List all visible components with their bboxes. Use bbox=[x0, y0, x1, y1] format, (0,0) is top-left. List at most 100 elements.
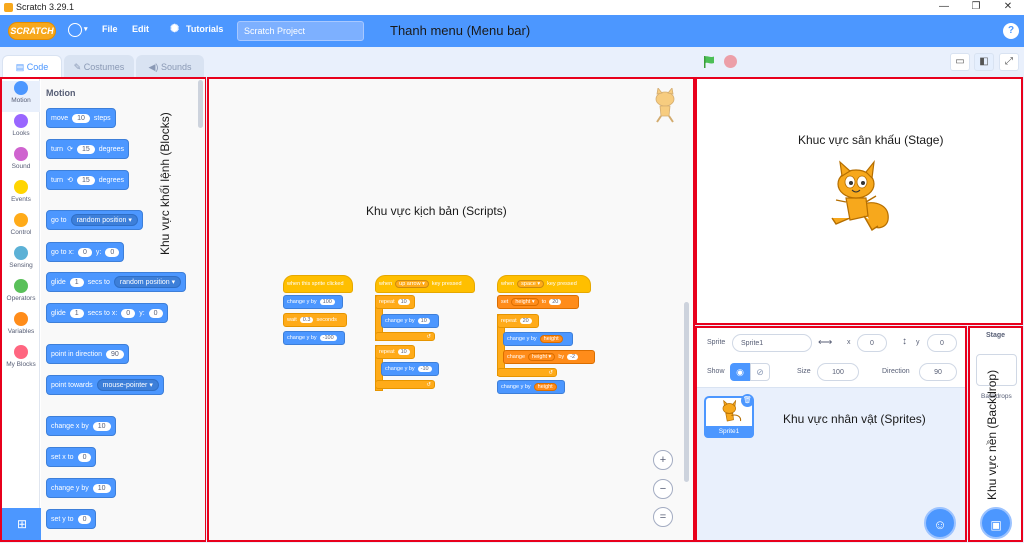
cat-sprite[interactable] bbox=[822, 160, 894, 234]
script3-change-variable[interactable]: change height ▾ by -2 bbox=[503, 350, 595, 364]
category-dot bbox=[14, 147, 28, 161]
block-turn-right[interactable]: turn ⟳ 15 degrees bbox=[46, 139, 130, 159]
globe-icon[interactable] bbox=[68, 23, 82, 37]
zoom-reset-button[interactable]: = bbox=[653, 507, 673, 527]
menu-tutorials[interactable]: Tutorials bbox=[186, 24, 223, 34]
block-turn-left[interactable]: turn ⟲ 15 degrees bbox=[46, 170, 130, 190]
block-point-direction[interactable]: point in direction 90 bbox=[46, 344, 129, 364]
tab-code[interactable]: ▤ Code bbox=[2, 55, 62, 78]
zoom-in-button[interactable]: + bbox=[653, 450, 673, 470]
scratch-logo[interactable]: SCRATCH bbox=[8, 22, 56, 40]
size-input[interactable]: 100 bbox=[817, 363, 859, 381]
show-hidden-icon[interactable]: ⊘ bbox=[750, 363, 770, 381]
menu-file[interactable]: File bbox=[102, 24, 118, 34]
category-my-blocks[interactable]: My Blocks bbox=[2, 345, 40, 376]
category-operators[interactable]: Operators bbox=[2, 279, 40, 310]
category-looks[interactable]: Looks bbox=[2, 114, 40, 145]
maximize-button[interactable]: ❐ bbox=[969, 1, 983, 13]
category-motion[interactable]: Motion bbox=[2, 81, 40, 112]
block-glide-to[interactable]: glide 1 secs to random position ▾ bbox=[46, 272, 187, 292]
block-move[interactable]: move 10 steps bbox=[46, 108, 116, 128]
menubar-annotation: Thanh menu (Menu bar) bbox=[390, 23, 531, 38]
category-dot bbox=[14, 345, 28, 359]
small-stage-button[interactable]: ▭ bbox=[950, 53, 970, 71]
loop-arrow-icon: ↺ bbox=[548, 369, 553, 376]
add-backdrop-button[interactable]: ▣ bbox=[980, 507, 1012, 539]
blocks-annotation: Khu vực khối lệnh (Blocks) bbox=[158, 112, 172, 255]
sprite-thumbnail-label: Sprite1 bbox=[704, 426, 754, 438]
script2-repeat2[interactable]: repeat 10 bbox=[375, 345, 415, 359]
script3-hat[interactable]: when space ▾ key pressed bbox=[497, 275, 591, 293]
script3-set-variable[interactable]: set height ▾ to 20 bbox=[497, 295, 579, 309]
block-glide-xy[interactable]: glide 1 secs to x: 0 y: 0 bbox=[46, 303, 168, 323]
stage-annotation: Khuc vực sân khấu (Stage) bbox=[798, 133, 944, 147]
loop-arrow-icon: ↺ bbox=[426, 333, 431, 340]
stop-button[interactable] bbox=[724, 55, 737, 68]
script3-change-y-height[interactable]: change y by height bbox=[503, 332, 573, 346]
sprite-name-input[interactable]: Sprite1 bbox=[732, 334, 812, 352]
fullscreen-button[interactable]: ⤢ bbox=[999, 53, 1019, 71]
script3-change-y-final[interactable]: change y by height bbox=[497, 380, 565, 394]
close-button[interactable]: ✕ bbox=[1001, 1, 1015, 13]
zoom-out-button[interactable]: − bbox=[653, 479, 673, 499]
category-sound[interactable]: Sound bbox=[2, 147, 40, 178]
y-input[interactable]: 0 bbox=[927, 334, 957, 352]
scripts-annotation: Khu vực kịch bản (Scripts) bbox=[366, 204, 507, 218]
project-title-input[interactable]: Scratch Project bbox=[237, 21, 364, 41]
script1-change-y[interactable]: change y by 100 bbox=[283, 295, 343, 309]
show-visible-icon[interactable]: ◉ bbox=[730, 363, 750, 381]
script1-change-y-back[interactable]: change y by -100 bbox=[283, 331, 345, 345]
script1-hat[interactable]: when this sprite clicked bbox=[283, 275, 353, 293]
scripts-area bbox=[207, 77, 695, 542]
rotate-right-icon: ⟳ bbox=[67, 146, 73, 153]
app-icon bbox=[4, 3, 13, 12]
script3-repeat[interactable]: repeat 20 bbox=[497, 314, 539, 328]
script2-hat[interactable]: when up arrow ▾ key pressed bbox=[375, 275, 475, 293]
tab-sounds[interactable]: ◀) Sounds bbox=[136, 55, 204, 77]
menu-edit[interactable]: Edit bbox=[132, 24, 149, 34]
category-dot bbox=[14, 81, 28, 95]
block-change-y[interactable]: change y by 10 bbox=[46, 478, 116, 498]
block-go-to-xy[interactable]: go to x: 0 y: 0 bbox=[46, 242, 125, 262]
menu-bar: SCRATCH ▾ File Edit ✺ Tutorials Scratch … bbox=[0, 15, 1024, 47]
category-dot bbox=[14, 180, 28, 194]
add-sprite-button[interactable]: ☺ bbox=[924, 507, 956, 539]
x-input[interactable]: 0 bbox=[857, 334, 887, 352]
block-go-to[interactable]: go to random position ▾ bbox=[46, 210, 143, 230]
help-icon[interactable]: ? bbox=[1003, 23, 1019, 39]
script1-wait[interactable]: wait 0.3 seconds bbox=[283, 313, 347, 327]
category-dot bbox=[14, 246, 28, 260]
backdrop-annotation: Khu vực nền (Backdrop) bbox=[985, 369, 999, 500]
script2-repeat2-change-y[interactable]: change y by -10 bbox=[381, 362, 439, 376]
rotate-left-icon: ⟲ bbox=[67, 177, 73, 184]
category-events[interactable]: Events bbox=[2, 180, 40, 211]
block-set-x[interactable]: set x to 0 bbox=[46, 447, 97, 467]
direction-input[interactable]: 90 bbox=[919, 363, 957, 381]
category-dot bbox=[14, 312, 28, 326]
scripts-scrollbar[interactable] bbox=[684, 302, 689, 482]
script2-repeat1[interactable]: repeat 10 bbox=[375, 295, 415, 309]
block-set-y[interactable]: set y to 0 bbox=[46, 509, 97, 529]
lightbulb-icon: ✺ bbox=[170, 23, 180, 35]
category-sensing[interactable]: Sensing bbox=[2, 246, 40, 277]
sprite-label: Sprite bbox=[707, 339, 726, 346]
y-label: y bbox=[916, 339, 920, 346]
brush-icon: ✎ bbox=[73, 62, 84, 72]
cat-plus-icon: ☺ bbox=[933, 517, 947, 532]
green-flag-icon[interactable] bbox=[702, 55, 716, 69]
sprite-info-panel: Sprite Sprite1 ⟷ x 0 ↕ y 0 Show ◉ ⊘ Size… bbox=[697, 328, 965, 388]
category-control[interactable]: Control bbox=[2, 213, 40, 244]
category-dot bbox=[14, 213, 28, 227]
minimize-button[interactable]: — bbox=[937, 1, 951, 13]
tab-costumes[interactable]: ✎ Costumes bbox=[64, 55, 134, 77]
palette-scrollbar[interactable] bbox=[198, 80, 203, 128]
block-point-towards[interactable]: point towards mouse-pointer ▾ bbox=[46, 375, 164, 395]
trash-icon[interactable]: 🗑 bbox=[741, 394, 754, 407]
extension-icon: ⊞ bbox=[16, 517, 28, 531]
script2-repeat1-change-y[interactable]: change y by 10 bbox=[381, 314, 439, 328]
normal-stage-button[interactable]: ◧ bbox=[974, 53, 994, 71]
cat-thumbnail-icon bbox=[722, 400, 742, 422]
category-variables[interactable]: Variables bbox=[2, 312, 40, 343]
add-extension-button[interactable]: ⊞ bbox=[2, 508, 42, 540]
block-change-x[interactable]: change x by 10 bbox=[46, 416, 116, 436]
